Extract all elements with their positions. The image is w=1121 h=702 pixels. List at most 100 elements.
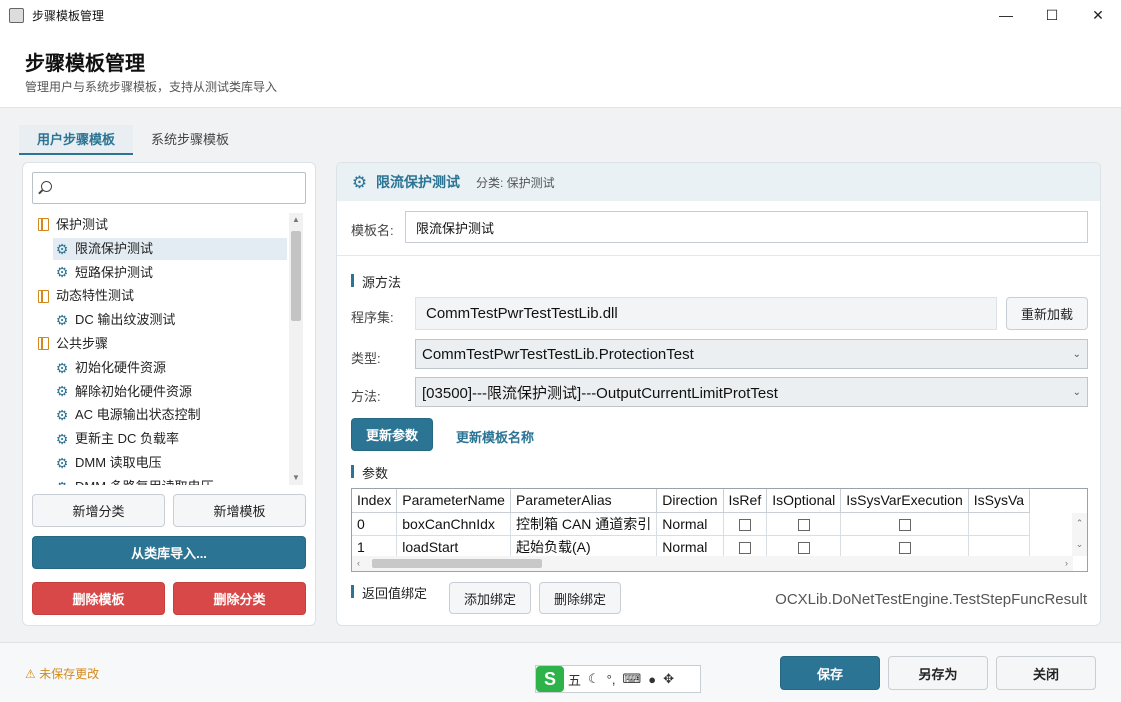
page-header: 步骤模板管理 管理用户与系统步骤模板，支持从测试类库导入 [0, 30, 1121, 108]
template-detail-panel: ⚙ 限流保护测试 分类: 保护测试 模板名: 限流保护测试 源方法 程序集: C… [336, 162, 1101, 626]
cell-parameter-name[interactable]: boxCanChnIdx [396, 512, 511, 536]
search-box[interactable] [32, 172, 306, 204]
add-category-button[interactable]: 新增分类 [32, 494, 165, 527]
scroll-thumb[interactable] [372, 559, 542, 568]
scroll-right-icon[interactable]: › [1065, 556, 1068, 571]
params-grid[interactable]: Index ParameterName ParameterAlias Direc… [351, 488, 1088, 572]
cell-issysva[interactable] [968, 512, 1031, 536]
tab-user-templates[interactable]: 用户步骤模板 [19, 125, 134, 155]
update-params-button[interactable]: 更新参数 [351, 418, 433, 451]
close-button[interactable]: 关闭 [996, 656, 1096, 690]
issysvarexecution-checkbox[interactable] [898, 541, 911, 554]
punctuation-icon[interactable]: °, [607, 672, 616, 687]
cell-index[interactable]: 1 [352, 535, 398, 559]
search-input[interactable] [57, 177, 297, 199]
ime-toolbar[interactable]: S 五 ☾ °, ⌨ ● ✥ [535, 665, 701, 693]
gear-icon: ⚙ [55, 264, 69, 281]
cell-isref[interactable] [723, 512, 768, 536]
type-select[interactable]: CommTestPwrTestTestLib.ProtectionTest ⌄ [415, 339, 1088, 369]
moon-icon[interactable]: ☾ [588, 671, 600, 687]
tab-system-templates[interactable]: 系统步骤模板 [133, 125, 247, 155]
delete-template-button[interactable]: 删除模板 [32, 582, 165, 615]
minimize-button[interactable]: — [983, 0, 1029, 30]
tree-template[interactable]: ⚙ 更新主 DC 负载率 [31, 427, 287, 451]
isoptional-checkbox[interactable] [797, 518, 810, 531]
column-header[interactable]: ParameterAlias [510, 489, 658, 513]
keyboard-icon[interactable]: ⌨ [622, 671, 641, 687]
method-select-value: [03500]---限流保护测试]---OutputCurrentLimitPr… [422, 384, 778, 402]
add-binding-button[interactable]: 添加绑定 [449, 582, 531, 614]
tree-item-label: 公共步骤 [56, 335, 109, 351]
add-template-button[interactable]: 新增模板 [173, 494, 306, 527]
grid-horizontal-scrollbar[interactable]: ‹ › [352, 556, 1073, 571]
table-row[interactable]: 0 boxCanChnIdx 控制箱 CAN 通道索引 Normal [352, 512, 1031, 536]
tree-scrollbar[interactable]: ▲ ▼ [289, 213, 303, 485]
grid-icon[interactable]: ✥ [663, 671, 674, 687]
cell-isoptional[interactable] [766, 535, 842, 559]
title-bar: 步骤模板管理 — ☐ ✕ [0, 0, 1121, 30]
tree-category[interactable]: 保护测试 [31, 213, 287, 237]
issysvarexecution-checkbox[interactable] [898, 518, 911, 531]
cell-issysva[interactable] [968, 535, 1031, 559]
category-book-icon [38, 218, 49, 232]
cell-parameter-alias[interactable]: 控制箱 CAN 通道索引 [510, 512, 658, 536]
tree-template[interactable]: ⚙ DMM 多路复用读取电压 [31, 475, 287, 485]
ime-mode[interactable]: 五 [568, 670, 581, 689]
maximize-button[interactable]: ☐ [1029, 0, 1075, 30]
scroll-thumb[interactable] [291, 231, 301, 321]
cell-index[interactable]: 0 [352, 512, 398, 536]
tree-template[interactable]: ⚙ AC 电源输出状态控制 [31, 403, 287, 427]
isref-checkbox[interactable] [738, 541, 751, 554]
column-header[interactable]: IsSysVa [968, 489, 1031, 513]
cell-isref[interactable] [723, 535, 768, 559]
grid-vertical-scrollbar[interactable]: ⌃ ⌄ [1072, 513, 1087, 556]
tree-template[interactable]: ⚙ DC 输出纹波测试 [31, 308, 287, 332]
isoptional-checkbox[interactable] [797, 541, 810, 554]
save-button[interactable]: 保存 [780, 656, 880, 690]
delete-binding-button[interactable]: 删除绑定 [539, 582, 621, 614]
gear-icon: ⚙ [55, 383, 69, 400]
column-header[interactable]: Index [352, 489, 398, 513]
cell-parameter-name[interactable]: loadStart [396, 535, 511, 559]
method-select[interactable]: [03500]---限流保护测试]---OutputCurrentLimitPr… [415, 377, 1088, 407]
ime-logo-icon[interactable]: S [536, 666, 564, 692]
tree-template[interactable]: ⚙ 初始化硬件资源 [31, 356, 287, 380]
tree-template[interactable]: ⚙ 限流保护测试 [31, 237, 287, 261]
column-header[interactable]: IsOptional [766, 489, 842, 513]
scroll-up-icon[interactable]: ⌃ [1072, 513, 1087, 534]
assembly-field[interactable]: CommTestPwrTestTestLib.dll [415, 297, 997, 330]
tree-category[interactable]: 动态特性测试 [31, 284, 287, 308]
tree-item-label: 限流保护测试 [75, 240, 154, 256]
column-header[interactable]: IsSysVarExecution [840, 489, 969, 513]
delete-category-button[interactable]: 删除分类 [173, 582, 306, 615]
close-window-button[interactable]: ✕ [1075, 0, 1121, 30]
cell-direction[interactable]: Normal [656, 512, 724, 536]
user-icon[interactable]: ● [648, 672, 656, 687]
cell-isoptional[interactable] [766, 512, 842, 536]
tree-template[interactable]: ⚙ DMM 读取电压 [31, 451, 287, 475]
scroll-down-icon[interactable]: ▼ [289, 471, 303, 485]
cell-direction[interactable]: Normal [656, 535, 724, 559]
column-header[interactable]: Direction [656, 489, 724, 513]
save-as-button[interactable]: 另存为 [888, 656, 988, 690]
scroll-down-icon[interactable]: ⌄ [1072, 534, 1087, 555]
tree-template[interactable]: ⚙ 短路保护测试 [31, 261, 287, 285]
column-header[interactable]: ParameterName [396, 489, 511, 513]
import-from-library-button[interactable]: 从类库导入... [32, 536, 306, 569]
cell-parameter-alias[interactable]: 起始负载(A) [510, 535, 658, 559]
tree-item-label: 短路保护测试 [75, 264, 154, 280]
tree-category[interactable]: 公共步骤 [31, 332, 287, 356]
template-name-field[interactable]: 限流保护测试 [405, 211, 1088, 243]
isref-checkbox[interactable] [738, 518, 751, 531]
cell-issysvarexecution[interactable] [840, 512, 969, 536]
update-template-name-link[interactable]: 更新模板名称 [456, 427, 534, 446]
template-tree: 保护测试 ⚙ 限流保护测试 ⚙ 短路保护测试 动态特性测试 ⚙ DC 输出纹波测试 公… [31, 213, 287, 485]
reload-button[interactable]: 重新加载 [1006, 297, 1088, 330]
cell-issysvarexecution[interactable] [840, 535, 969, 559]
window-title: 步骤模板管理 [32, 8, 105, 23]
table-row[interactable]: 1 loadStart 起始负载(A) Normal [352, 535, 1031, 559]
column-header[interactable]: IsRef [723, 489, 768, 513]
scroll-left-icon[interactable]: ‹ [357, 556, 360, 571]
tree-template[interactable]: ⚙ 解除初始化硬件资源 [31, 380, 287, 404]
scroll-up-icon[interactable]: ▲ [289, 213, 303, 227]
